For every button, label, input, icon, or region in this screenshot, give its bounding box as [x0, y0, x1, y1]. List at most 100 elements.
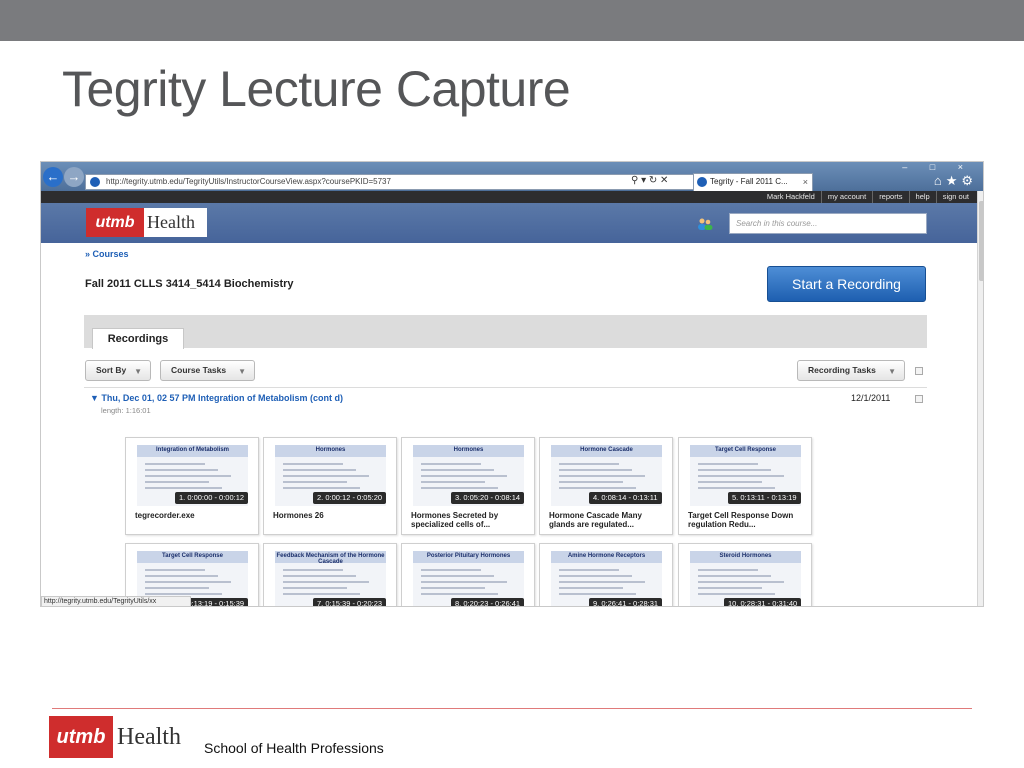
slide-text-line: [421, 575, 494, 577]
slide-text-line: [559, 481, 623, 483]
caret-down-icon: ▼: [888, 367, 896, 376]
thumbnail-caption[interactable]: Hormones Secreted by specialized cells o…: [411, 511, 529, 529]
search-icon[interactable]: ⚲ ▾ ↻ ✕: [631, 175, 668, 186]
time-badge: 4. 0:08:14 - 0:13:11: [589, 492, 662, 504]
tab-recordings[interactable]: Recordings: [92, 328, 184, 349]
slide-text-line: [698, 575, 771, 577]
thumbnail-caption[interactable]: Target Cell Response Down regulation Red…: [688, 511, 806, 529]
star-icon[interactable]: ★: [946, 173, 962, 188]
address-bar[interactable]: http://tegrity.utmb.edu/TegrityUtils/Ins…: [85, 174, 695, 190]
slide-text-line: [145, 481, 209, 483]
user-link[interactable]: reports: [872, 191, 908, 203]
home-icon[interactable]: ⌂: [934, 173, 946, 188]
slide-text-line: [559, 469, 632, 471]
recording-thumbnail[interactable]: Integration of Metabolism 1. 0:00:00 - 0:…: [125, 437, 259, 535]
time-badge: 9. 0:26:41 - 0:28:31: [589, 598, 663, 606]
search-input[interactable]: Search in this course...: [729, 213, 927, 234]
scroll-thumb[interactable]: [979, 201, 983, 281]
recording-thumbnail[interactable]: Target Cell Response 5. 0:13:11 - 0:13:19…: [678, 437, 812, 535]
slide-text-line: [698, 463, 758, 465]
gear-icon[interactable]: ⚙: [961, 173, 977, 188]
slide-preview-heading: Amine Hormone Receptors: [567, 553, 646, 559]
slide-preview-heading: Hormones: [453, 447, 484, 453]
browser-tab[interactable]: Tegrity - Fall 2011 C... ×: [693, 173, 813, 191]
time-badge: 1. 0:00:00 - 0:00:12: [175, 492, 249, 504]
slide-text-line: [559, 487, 636, 489]
recording-tasks-label: Recording Tasks: [808, 365, 876, 375]
status-bar: http://tegrity.utmb.edu/TegrityUtils/xx: [41, 596, 191, 606]
slide-text-line: [283, 593, 360, 595]
slide-preview-heading: Target Cell Response: [162, 553, 223, 559]
select-all-checkbox[interactable]: [915, 367, 923, 375]
recording-thumbnail[interactable]: Steroid Hormones 10. 0:28:31 - 0:31:40: [678, 543, 812, 606]
people-icon[interactable]: [697, 218, 713, 230]
sort-by-label: Sort By: [96, 365, 127, 375]
time-badge: 5. 0:13:11 - 0:13:19: [728, 492, 801, 504]
user-links: Mark Hackfeld my account reports help sign o…: [761, 191, 975, 203]
recording-thumbnail[interactable]: Hormones 2. 0:00:12 - 0:05:20 Hormones 26: [263, 437, 397, 535]
recording-tasks-button[interactable]: Recording Tasks ▼: [797, 360, 905, 381]
site-header: utmb Health Search in this course...: [41, 203, 977, 243]
recording-thumbnail[interactable]: Feedback Mechanism of the Hormone Cascad…: [263, 543, 397, 606]
user-link[interactable]: sign out: [935, 191, 975, 203]
time-badge: 10. 0:28:31 - 0:31:40: [724, 598, 802, 606]
slide-text-line: [421, 475, 507, 477]
footer-logo-health: Health: [117, 724, 181, 750]
top-band: [0, 0, 1024, 41]
slide-preview-heading: Target Cell Response: [715, 447, 776, 453]
course-title: Fall 2011 CLLS 3414_5414 Biochemistry: [85, 278, 294, 290]
slide-text-line: [559, 575, 632, 577]
course-tasks-button[interactable]: Course Tasks ▼: [160, 360, 255, 381]
slide-text-line: [283, 481, 347, 483]
slide-text-line: [421, 593, 498, 595]
utmb-health-logo[interactable]: utmb Health: [86, 208, 207, 237]
user-link[interactable]: my account: [820, 191, 872, 203]
recording-thumbnail[interactable]: Hormones 3. 0:05:20 - 0:08:14 Hormones Sec…: [401, 437, 535, 535]
footer-text: School of Health Professions: [204, 740, 384, 756]
slide-text-line: [283, 569, 343, 571]
slide-text-line: [698, 469, 771, 471]
thumbnail-caption[interactable]: tegrecorder.exe: [135, 511, 253, 520]
slide-text-line: [559, 581, 645, 583]
thumbnail-caption[interactable]: Hormone Cascade Many glands are regulate…: [549, 511, 667, 529]
slide-text-line: [283, 575, 356, 577]
window-controls[interactable]: – □ ×: [902, 162, 973, 172]
slide-text-line: [283, 587, 347, 589]
slide-text-line: [698, 481, 762, 483]
tab-site-icon: [697, 177, 707, 187]
site-icon: [90, 177, 100, 187]
session-date: 12/1/2011: [851, 393, 891, 403]
slide-text-line: [283, 475, 369, 477]
back-arrow-icon[interactable]: ←: [43, 167, 63, 187]
divider: [84, 387, 927, 388]
time-badge: 7. 0:15:39 - 0:20:23: [313, 598, 387, 606]
session-checkbox[interactable]: [915, 395, 923, 403]
breadcrumb-courses[interactable]: » Courses: [85, 249, 129, 259]
tab-close-icon[interactable]: ×: [803, 174, 808, 190]
start-recording-button[interactable]: Start a Recording: [767, 266, 926, 302]
slide-text-line: [145, 593, 222, 595]
session-title[interactable]: ▼ Thu, Dec 01, 02 57 PM Integration of M…: [90, 393, 343, 403]
recording-thumbnail[interactable]: Posterior Pituitary Hormones 8. 0:20:23 -…: [401, 543, 535, 606]
recording-thumbnail[interactable]: Hormone Cascade 4. 0:08:14 - 0:13:11 Hormo…: [539, 437, 673, 535]
slide-preview-heading: Steroid Hormones: [719, 553, 772, 559]
slide-text-line: [421, 463, 481, 465]
footer-logo-utmb: utmb: [49, 716, 113, 758]
forward-arrow-icon[interactable]: →: [64, 167, 84, 187]
tab-title: Tegrity - Fall 2011 C...: [710, 177, 788, 186]
slide-text-line: [421, 481, 485, 483]
user-link[interactable]: help: [908, 191, 936, 203]
scrollbar[interactable]: [977, 191, 983, 606]
slide-text-line: [698, 593, 775, 595]
slide-preview-heading: Posterior Pituitary Hormones: [426, 553, 511, 559]
recording-thumbnail[interactable]: Amine Hormone Receptors 9. 0:26:41 - 0:28…: [539, 543, 673, 606]
course-tasks-label: Course Tasks: [171, 365, 227, 375]
thumbnail-caption[interactable]: Hormones 26: [273, 511, 391, 520]
slide-text-line: [421, 569, 481, 571]
slide-text-line: [145, 575, 218, 577]
slide-text-line: [145, 587, 209, 589]
slide-text-line: [559, 569, 619, 571]
sort-by-button[interactable]: Sort By ▼: [85, 360, 151, 381]
slide-text-line: [145, 469, 218, 471]
time-badge: 3. 0:05:20 - 0:08:14: [451, 492, 525, 504]
